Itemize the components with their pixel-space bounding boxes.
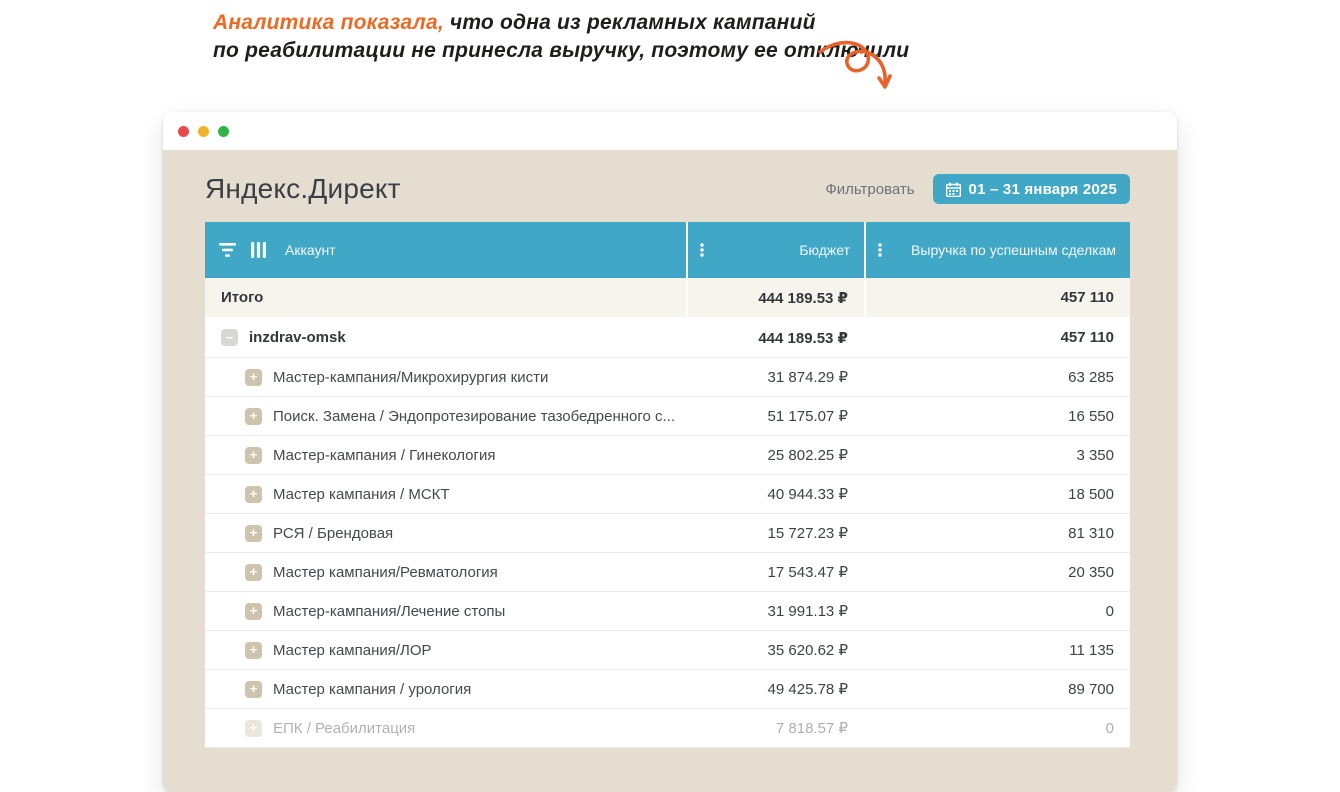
- campaign-revenue: 81 310: [866, 514, 1130, 552]
- campaign-name: Поиск. Замена / Эндопротезирование тазоб…: [273, 408, 675, 425]
- column-header-revenue[interactable]: Выручка по успешным сделкам: [866, 222, 1130, 278]
- total-label: Итого: [221, 289, 263, 306]
- campaign-name: Мастер-кампания / Гинекология: [273, 447, 495, 464]
- collapse-account-icon[interactable]: −: [221, 329, 238, 346]
- app-window: Яндекс.Директ Фильтровать: [163, 112, 1177, 792]
- filter-rows-icon[interactable]: [219, 243, 236, 257]
- campaign-budget: 49 425.78 ₽: [688, 670, 864, 708]
- window-titlebar: [163, 112, 1177, 150]
- maximize-window-button[interactable]: [218, 126, 229, 137]
- window-content: Яндекс.Директ Фильтровать: [163, 150, 1177, 792]
- table-row: + Мастер кампания/ЛОР 35 620.62 ₽ 11 135: [205, 631, 1130, 670]
- report-header: Яндекс.Директ Фильтровать: [205, 172, 1130, 206]
- expand-campaign-icon[interactable]: +: [245, 486, 262, 503]
- table-row: + Мастер-кампания/Лечение стопы 31 991.1…: [205, 592, 1130, 631]
- column-label-budget: Бюджет: [799, 242, 850, 258]
- total-row: Итого 444 189.53 ₽ 457 110: [205, 278, 1130, 318]
- campaign-name: РСЯ / Брендовая: [273, 525, 393, 542]
- table-header: Аккаунт Бюджет Выр: [205, 222, 1130, 278]
- minimize-window-button[interactable]: [198, 126, 209, 137]
- table-row-disabled-campaign: + ЕПК / Реабилитация 7 818.57 ₽ 0: [205, 709, 1130, 748]
- campaign-name: Мастер кампания/ЛОР: [273, 642, 432, 659]
- campaign-budget: 35 620.62 ₽: [688, 631, 864, 669]
- campaign-budget: 17 543.47 ₽: [688, 553, 864, 591]
- campaign-name: Мастер кампания / урология: [273, 681, 471, 698]
- table-body: Итого 444 189.53 ₽ 457 110 − inzdrav-oms…: [205, 278, 1130, 748]
- annotation-line-1: Аналитика показала, что одна из рекламны…: [213, 9, 909, 37]
- calendar-icon: [946, 182, 961, 197]
- table-row: + Мастер-кампания/Микрохирургия кисти 31…: [205, 358, 1130, 397]
- campaign-name: ЕПК / Реабилитация: [273, 720, 415, 737]
- annotation-highlight: Аналитика показала,: [213, 11, 444, 34]
- campaign-budget: 40 944.33 ₽: [688, 475, 864, 513]
- column-header-budget[interactable]: Бюджет: [688, 222, 864, 278]
- total-revenue: 457 110: [866, 278, 1130, 317]
- campaign-name: Мастер-кампания/Лечение стопы: [273, 603, 505, 620]
- page-title: Яндекс.Директ: [205, 173, 401, 205]
- account-revenue: 457 110: [866, 318, 1130, 357]
- curly-arrow-icon: [816, 30, 894, 99]
- close-window-button[interactable]: [178, 126, 189, 137]
- date-range-label: 01 – 31 января 2025: [969, 181, 1117, 198]
- table-row: + Мастер-кампания / Гинекология 25 802.2…: [205, 436, 1130, 475]
- campaign-revenue: 3 350: [866, 436, 1130, 474]
- table-row: + Мастер кампания/Ревматология 17 543.47…: [205, 553, 1130, 592]
- campaign-name: Мастер кампания/Ревматология: [273, 564, 498, 581]
- campaigns-table: Аккаунт Бюджет Выр: [205, 222, 1130, 748]
- account-row: − inzdrav-omsk 444 189.53 ₽ 457 110: [205, 318, 1130, 358]
- expand-campaign-icon[interactable]: +: [245, 447, 262, 464]
- account-name: inzdrav-omsk: [249, 329, 346, 346]
- table-row: + РСЯ / Брендовая 15 727.23 ₽ 81 310: [205, 514, 1130, 553]
- campaign-revenue: 0: [866, 592, 1130, 630]
- table-row: + Мастер кампания / МСКТ 40 944.33 ₽ 18 …: [205, 475, 1130, 514]
- expand-campaign-icon[interactable]: +: [245, 564, 262, 581]
- filter-toggle[interactable]: Фильтровать: [825, 181, 914, 198]
- campaign-revenue: 20 350: [866, 553, 1130, 591]
- column-label-revenue: Выручка по успешным сделкам: [911, 242, 1116, 258]
- date-range-button[interactable]: 01 – 31 января 2025: [933, 174, 1130, 204]
- column-label-account: Аккаунт: [285, 242, 336, 258]
- total-budget: 444 189.53 ₽: [688, 278, 864, 317]
- column-menu-icon[interactable]: [700, 243, 704, 257]
- expand-campaign-icon[interactable]: +: [245, 720, 262, 737]
- account-budget: 444 189.53 ₽: [688, 318, 864, 357]
- campaign-budget: 31 991.13 ₽: [688, 592, 864, 630]
- column-header-account[interactable]: Аккаунт: [205, 222, 686, 278]
- campaign-revenue: 11 135: [866, 631, 1130, 669]
- expand-campaign-icon[interactable]: +: [245, 681, 262, 698]
- campaign-budget: 51 175.07 ₽: [688, 397, 864, 435]
- expand-campaign-icon[interactable]: +: [245, 369, 262, 386]
- expand-campaign-icon[interactable]: +: [245, 603, 262, 620]
- table-row: + Мастер кампания / урология 49 425.78 ₽…: [205, 670, 1130, 709]
- campaign-budget: 7 818.57 ₽: [688, 709, 864, 747]
- expand-campaign-icon[interactable]: +: [245, 642, 262, 659]
- campaign-revenue: 16 550: [866, 397, 1130, 435]
- campaign-name: Мастер кампания / МСКТ: [273, 486, 450, 503]
- annotation-line-2: по реабилитации не принесла выручку, поэ…: [213, 37, 909, 65]
- campaign-revenue: 0: [866, 709, 1130, 747]
- expand-campaign-icon[interactable]: +: [245, 408, 262, 425]
- campaign-revenue: 18 500: [866, 475, 1130, 513]
- annotation-note: Аналитика показала, что одна из рекламны…: [213, 9, 909, 66]
- campaign-budget: 15 727.23 ₽: [688, 514, 864, 552]
- campaign-budget: 31 874.29 ₽: [688, 358, 864, 396]
- expand-campaign-icon[interactable]: +: [245, 525, 262, 542]
- table-row: + Поиск. Замена / Эндопротезирование таз…: [205, 397, 1130, 436]
- campaign-revenue: 63 285: [866, 358, 1130, 396]
- column-menu-icon[interactable]: [878, 243, 882, 257]
- campaign-name: Мастер-кампания/Микрохирургия кисти: [273, 369, 548, 386]
- campaign-revenue: 89 700: [866, 670, 1130, 708]
- campaign-budget: 25 802.25 ₽: [688, 436, 864, 474]
- columns-icon[interactable]: [251, 242, 266, 258]
